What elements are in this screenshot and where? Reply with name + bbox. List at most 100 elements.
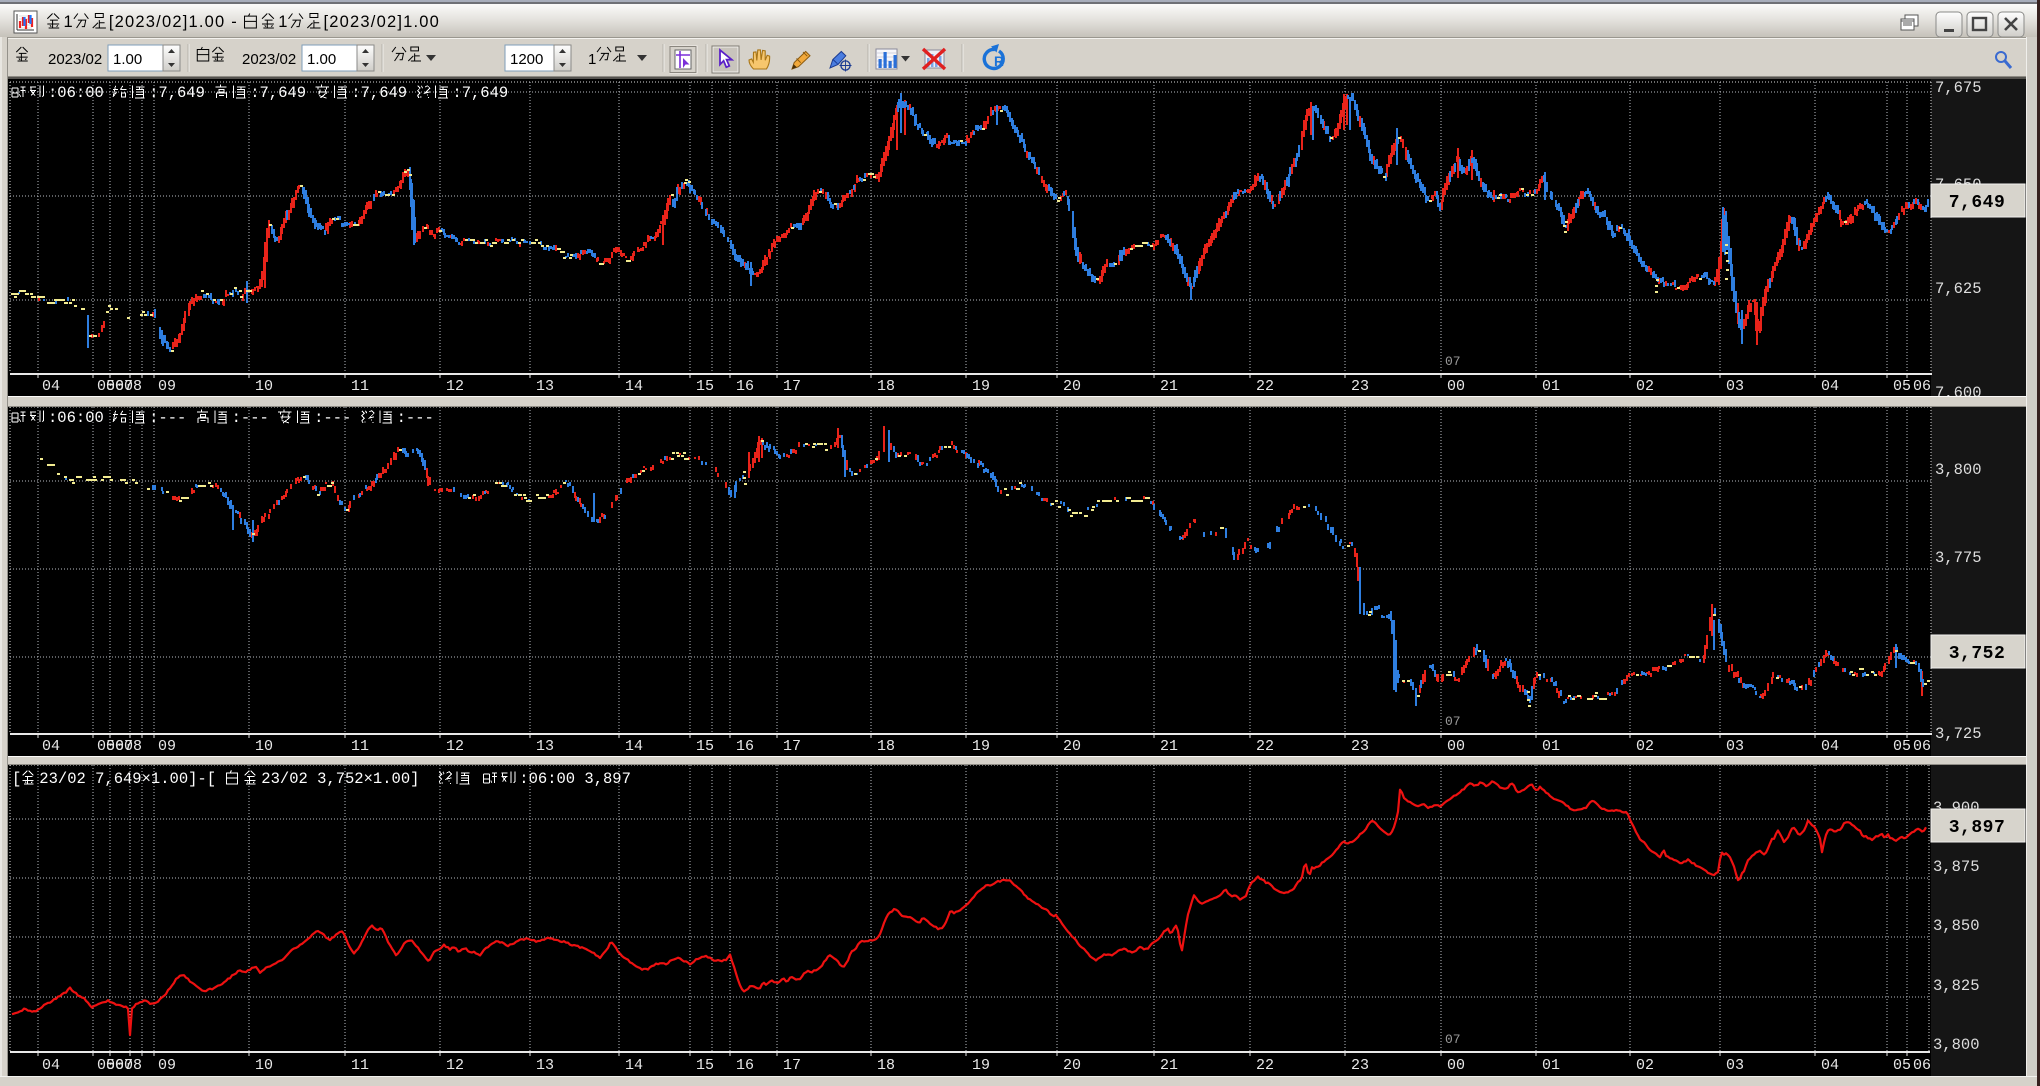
svg-text:17: 17 — [783, 738, 801, 755]
svg-text:04: 04 — [42, 378, 60, 395]
svg-text:00: 00 — [1447, 378, 1465, 395]
svg-text:11: 11 — [351, 738, 369, 755]
svg-text:18: 18 — [877, 378, 895, 395]
svg-text:03: 03 — [1726, 738, 1744, 755]
svg-text:10: 10 — [255, 738, 273, 755]
svg-text:3,800: 3,800 — [1935, 461, 1982, 479]
svg-text::06:00: :06:00 — [48, 84, 104, 102]
svg-text:15: 15 — [696, 378, 714, 395]
svg-text:04: 04 — [1821, 1057, 1839, 1074]
svg-text:[: [ — [12, 770, 21, 788]
svg-text:01: 01 — [1542, 738, 1560, 755]
svg-text:3,825: 3,825 — [1933, 977, 1980, 995]
svg-text:7,675: 7,675 — [1935, 79, 1982, 97]
svg-text:15: 15 — [696, 738, 714, 755]
svg-text:1: 1 — [278, 13, 288, 31]
svg-text:7,625: 7,625 — [1935, 280, 1982, 298]
svg-text:07: 07 — [1445, 354, 1461, 369]
svg-text:13: 13 — [536, 378, 554, 395]
svg-text:07: 07 — [1445, 714, 1461, 729]
svg-text:12: 12 — [446, 378, 464, 395]
svg-text::7,649: :7,649 — [452, 84, 508, 102]
svg-text:[2023/02]1.00 -: [2023/02]1.00 - — [109, 13, 238, 31]
svg-text:3,800: 3,800 — [1933, 1036, 1980, 1054]
svg-text:02: 02 — [1636, 1057, 1654, 1074]
svg-text:18: 18 — [877, 738, 895, 755]
svg-text:14: 14 — [625, 738, 643, 755]
svg-text::7,649: :7,649 — [149, 84, 205, 102]
svg-text:21: 21 — [1160, 378, 1178, 395]
svg-text:22: 22 — [1256, 378, 1274, 395]
svg-text:08: 08 — [124, 738, 142, 755]
svg-text:00: 00 — [1447, 738, 1465, 755]
svg-text:05: 05 — [1893, 378, 1911, 395]
svg-text:1.00: 1.00 — [113, 51, 142, 68]
svg-text:3,875: 3,875 — [1933, 858, 1980, 876]
svg-text:[2023/02]1.00: [2023/02]1.00 — [324, 13, 441, 31]
svg-text:04: 04 — [42, 1057, 60, 1074]
svg-text:03: 03 — [1726, 1057, 1744, 1074]
svg-text:7,649: 7,649 — [1949, 193, 2006, 213]
svg-text:12: 12 — [446, 738, 464, 755]
svg-text:19: 19 — [972, 1057, 990, 1074]
svg-text:07: 07 — [1445, 1032, 1461, 1047]
svg-text:15: 15 — [696, 1057, 714, 1074]
svg-text:06: 06 — [1913, 378, 1931, 395]
svg-text:22: 22 — [1256, 738, 1274, 755]
svg-text:03: 03 — [1726, 378, 1744, 395]
svg-text:02: 02 — [1636, 378, 1654, 395]
svg-text:2023/02: 2023/02 — [48, 51, 102, 68]
svg-text:21: 21 — [1160, 1057, 1178, 1074]
svg-text:1200: 1200 — [510, 51, 543, 68]
svg-text:23/02 7,649×1.00]-[: 23/02 7,649×1.00]-[ — [39, 770, 216, 788]
svg-text:20: 20 — [1063, 738, 1081, 755]
svg-text:1: 1 — [64, 13, 74, 31]
svg-text::---: :--- — [232, 409, 269, 427]
svg-text:20: 20 — [1063, 1057, 1081, 1074]
svg-text:09: 09 — [158, 1057, 176, 1074]
svg-text:04: 04 — [1821, 378, 1839, 395]
svg-text:23: 23 — [1351, 378, 1369, 395]
svg-text:06: 06 — [1913, 1057, 1931, 1074]
svg-text:04: 04 — [42, 738, 60, 755]
svg-text:20: 20 — [1063, 378, 1081, 395]
svg-text:13: 13 — [536, 1057, 554, 1074]
svg-text:13: 13 — [536, 738, 554, 755]
svg-text:21: 21 — [1160, 738, 1178, 755]
svg-text:08: 08 — [124, 378, 142, 395]
svg-text:1: 1 — [588, 51, 596, 68]
svg-text:05: 05 — [1893, 1057, 1911, 1074]
svg-text:06: 06 — [1913, 738, 1931, 755]
svg-text:16: 16 — [736, 1057, 754, 1074]
svg-text:2023/02: 2023/02 — [242, 51, 296, 68]
svg-text:22: 22 — [1256, 1057, 1274, 1074]
svg-text:17: 17 — [783, 1057, 801, 1074]
svg-text:23: 23 — [1351, 1057, 1369, 1074]
svg-text:1.00: 1.00 — [307, 51, 336, 68]
svg-text:16: 16 — [736, 378, 754, 395]
svg-text:09: 09 — [158, 378, 176, 395]
svg-text:01: 01 — [1542, 378, 1560, 395]
svg-text:19: 19 — [972, 378, 990, 395]
svg-text:23/02 3,752×1.00]: 23/02 3,752×1.00] — [261, 770, 419, 788]
svg-text:10: 10 — [255, 378, 273, 395]
svg-text:3,850: 3,850 — [1933, 917, 1980, 935]
svg-text::7,649: :7,649 — [250, 84, 306, 102]
svg-text:3,752: 3,752 — [1949, 644, 2006, 664]
svg-text::06:00 3,897: :06:00 3,897 — [519, 770, 631, 788]
svg-text:3,775: 3,775 — [1935, 549, 1982, 567]
svg-text:11: 11 — [351, 378, 369, 395]
svg-text:12: 12 — [446, 1057, 464, 1074]
svg-text:19: 19 — [972, 738, 990, 755]
svg-text:17: 17 — [783, 378, 801, 395]
svg-text:02: 02 — [1636, 738, 1654, 755]
svg-text:04: 04 — [1821, 738, 1839, 755]
svg-text::---: :--- — [314, 409, 351, 427]
svg-text:14: 14 — [625, 378, 643, 395]
svg-text:01: 01 — [1542, 1057, 1560, 1074]
svg-text:3,897: 3,897 — [1949, 818, 2006, 838]
svg-text:11: 11 — [351, 1057, 369, 1074]
svg-text::7,649: :7,649 — [351, 84, 407, 102]
svg-text:09: 09 — [158, 738, 176, 755]
svg-text:R: R — [994, 54, 1004, 69]
